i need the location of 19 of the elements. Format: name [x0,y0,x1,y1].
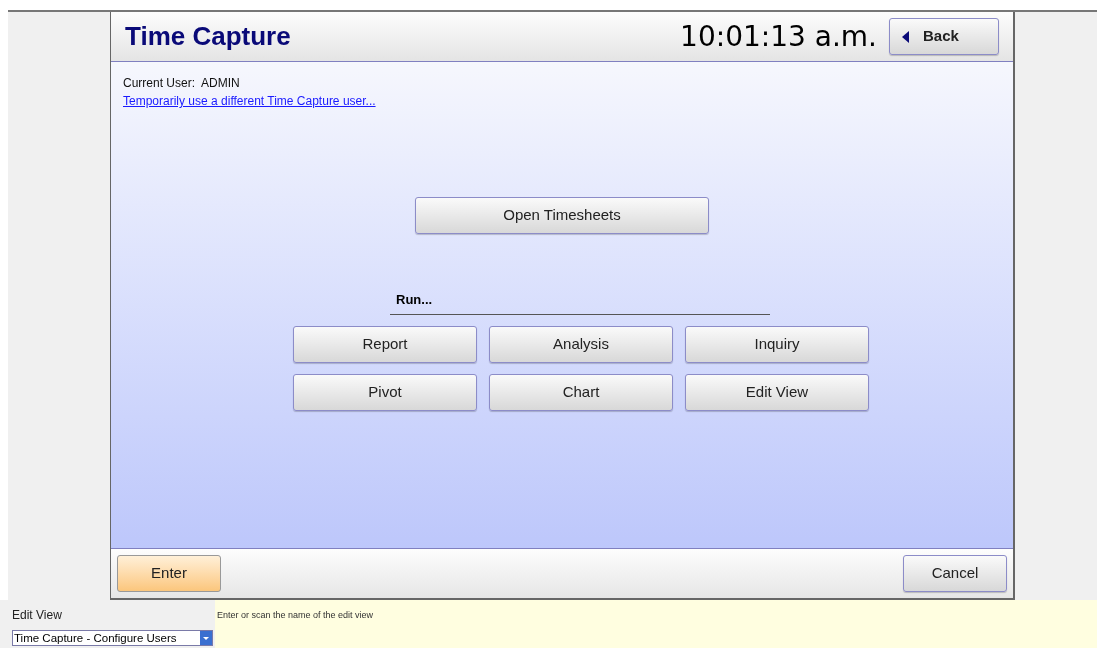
run-option-button[interactable]: Report [293,326,477,363]
cancel-button[interactable]: Cancel [903,555,1007,592]
run-option-button[interactable]: Pivot [293,374,477,411]
run-option-button[interactable]: Inquiry [685,326,869,363]
run-option-button[interactable]: Edit View [685,374,869,411]
back-button[interactable]: Back [889,18,999,55]
caret-icon [902,30,909,43]
open-timesheets-button[interactable]: Open Timesheets [415,197,709,234]
enter-button[interactable]: Enter [117,555,221,592]
edit-view-label: Edit View [12,607,63,624]
run-option-button[interactable]: Chart [489,374,673,411]
hint-text: Enter or scan the name of the edit view [217,610,374,620]
window-title: Time Capture [125,20,291,53]
edit-view-dropdown[interactable]: Time Capture - Configure Users [12,630,213,646]
current-user-label: Current User: ADMIN [123,75,241,92]
switch-user-link[interactable]: Temporarily use a different Time Capture user... [123,92,376,110]
run-label: Run... [396,292,433,307]
run-option-button[interactable]: Analysis [489,326,673,363]
clock: 10:01:13 a.m. [680,18,877,55]
